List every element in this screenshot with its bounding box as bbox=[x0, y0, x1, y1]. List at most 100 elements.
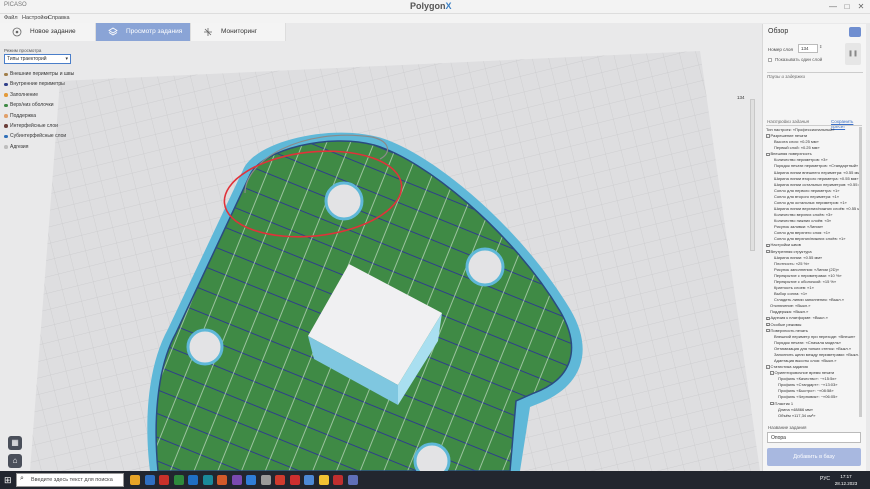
taskbar-app-icon[interactable] bbox=[130, 475, 140, 485]
tab-view-task[interactable]: Просмотр задания bbox=[96, 23, 191, 41]
legend-label: Поддержка bbox=[10, 112, 37, 119]
collapse-icon[interactable]: - bbox=[770, 401, 774, 406]
settings-header: Настройки задания bbox=[767, 119, 810, 124]
maximize-button[interactable]: □ bbox=[840, 1, 854, 12]
taskbar-app-icon[interactable] bbox=[289, 475, 300, 485]
view-mode-select[interactable]: Типы траекторий ▾ bbox=[4, 54, 71, 64]
layer-stepper-icon[interactable]: ⇕ bbox=[819, 44, 822, 49]
legend-label: Внутренние периметры bbox=[10, 81, 65, 88]
clock-date: 28.12.2023 bbox=[834, 481, 858, 486]
settings-tree-text: Порядок печати периметров: «Стандартный» bbox=[774, 163, 859, 169]
settings-tree-text: Профиль «Быстро»: ~«08:58» bbox=[778, 388, 834, 394]
settings-tree-text: Отключение: «Выкл.» bbox=[770, 303, 811, 309]
legend-label: Адгезия bbox=[10, 143, 29, 150]
settings-tree-text: Профиль «Качество»: ~«15:5х» bbox=[778, 376, 837, 382]
right-panel: Обзор Номер слоя 134 ⇕ ❚❚ Показывать оди… bbox=[762, 24, 866, 471]
settings-tree-text: Разрешение печати bbox=[770, 133, 808, 139]
taskbar-app-icon[interactable] bbox=[318, 475, 329, 485]
taskbar-app-icon[interactable] bbox=[304, 475, 314, 485]
settings-tree-text: Тип настроек: «Профессиональный» bbox=[766, 127, 835, 132]
layer-number-input[interactable]: 134 bbox=[798, 44, 818, 53]
layer-number-label: Номер слоя bbox=[768, 47, 793, 52]
settings-tree-text: Оптимизация для тонких стенок: «Выкл.» bbox=[774, 345, 852, 351]
taskbar-app-icon[interactable] bbox=[188, 475, 198, 485]
grid-view-button[interactable]: ▦ bbox=[8, 436, 22, 450]
tab-monitoring[interactable]: Мониторинг bbox=[191, 23, 286, 41]
legend-color-dot bbox=[4, 72, 8, 76]
reset-view-button[interactable]: ⌂ bbox=[8, 454, 22, 468]
settings-tree-text: Сопло для первого периметра: «1» bbox=[774, 187, 840, 193]
view-mode-label: Режим просмотра bbox=[4, 48, 42, 53]
taskbar-app-icon[interactable] bbox=[275, 475, 285, 485]
task-name-input[interactable]: Опора bbox=[767, 432, 861, 443]
taskbar-app-icon[interactable] bbox=[333, 475, 343, 485]
taskbar-app-icon[interactable] bbox=[217, 475, 227, 485]
taskbar-app-icon[interactable] bbox=[202, 475, 213, 485]
overview-title: Обзор bbox=[768, 28, 789, 35]
taskbar-app-icon[interactable] bbox=[246, 475, 256, 485]
settings-tree-text: Плотность: «25 %» bbox=[774, 260, 810, 266]
taskbar-app-icon[interactable] bbox=[231, 475, 242, 485]
chevron-down-icon: ▾ bbox=[65, 56, 68, 62]
legend-label: Внешние периметры и швы bbox=[10, 71, 75, 77]
pauses-header: Паузы и задержки bbox=[767, 72, 863, 79]
taskbar-app-icon[interactable] bbox=[260, 475, 271, 485]
collapse-icon[interactable]: - bbox=[766, 134, 770, 138]
layer-top-value: 134 bbox=[737, 95, 745, 100]
legend-label: Интерфейсные слои bbox=[10, 122, 58, 129]
expand-icon[interactable]: + bbox=[766, 243, 770, 248]
layer-slider[interactable] bbox=[750, 99, 755, 251]
search-placeholder: Введите здесь текст для поиска bbox=[31, 477, 113, 483]
minimize-button[interactable]: — bbox=[826, 1, 840, 12]
taskbar-app-icon[interactable] bbox=[347, 475, 358, 485]
title-bar: PICASO PolygonX — □ ✕ bbox=[0, 0, 870, 14]
collapse-icon[interactable]: - bbox=[766, 249, 770, 254]
collapse-icon[interactable]: - bbox=[766, 328, 770, 333]
settings-tree-text: Заполнить щели между периметрами: «Выкл.… bbox=[774, 351, 862, 357]
print-preview-viewport[interactable]: 134 ▦ ⌂ bbox=[0, 41, 760, 480]
taskbar-search[interactable]: ⌕ Введите здесь текст для поиска bbox=[16, 473, 124, 487]
taskbar-app-icon[interactable] bbox=[159, 475, 169, 485]
windows-start-icon[interactable]: ⊞ bbox=[4, 474, 14, 486]
taskbar-app-icon[interactable] bbox=[173, 475, 184, 485]
settings-tree-text: Объём «117,34 см³» bbox=[778, 412, 816, 418]
settings-tree-text: Поверхность печать bbox=[770, 327, 808, 333]
settings-tree-item: Объём «117,34 см³» bbox=[766, 413, 862, 419]
collapse-icon[interactable]: - bbox=[766, 152, 770, 156]
layers-icon bbox=[108, 27, 118, 36]
settings-scrollbar[interactable] bbox=[859, 127, 862, 417]
settings-tree-text: Кратность слоев: «1» bbox=[774, 285, 814, 291]
clock[interactable]: 17:17 28.12.2023 bbox=[832, 473, 860, 487]
collapse-icon[interactable]: - bbox=[770, 371, 774, 375]
tab-bar: Новое задание Просмотр задания Мониторин… bbox=[0, 23, 286, 41]
expand-icon[interactable]: + bbox=[766, 316, 770, 321]
settings-tree-text: Профиль «Черновик»: ~«06:05» bbox=[778, 394, 838, 400]
mount-hole bbox=[465, 247, 505, 287]
tab-new-task[interactable]: Новое задание bbox=[0, 23, 96, 41]
legend-item: Верх/низ оболочки bbox=[4, 100, 94, 110]
collapse-icon[interactable]: - bbox=[766, 365, 770, 369]
legend-item: Субинтерфейсные слои bbox=[4, 131, 94, 141]
pause-button[interactable]: ❚❚ bbox=[845, 43, 861, 65]
clock-time: 17:17 bbox=[840, 474, 852, 479]
menu-help[interactable]: Справка bbox=[48, 15, 70, 21]
settings-tree-text: Ширина линии: «0.55 мм» bbox=[774, 254, 823, 260]
legend-item: Внутренние периметры bbox=[4, 79, 94, 89]
menu-file[interactable]: Файл bbox=[4, 15, 18, 21]
printer-icon bbox=[12, 27, 22, 37]
legend-item: Адгезия bbox=[4, 142, 94, 152]
taskbar-app-icon[interactable] bbox=[144, 475, 155, 485]
add-to-base-button[interactable]: Добавить в базу bbox=[767, 448, 861, 466]
keyboard-language[interactable]: РУС bbox=[820, 476, 830, 482]
settings-tree-text: Ширина линии остальных периметров: «0.55… bbox=[774, 181, 862, 187]
legend-label: Субинтерфейсные слои bbox=[10, 133, 67, 140]
settings-tree-text: Профиль «Стандарт»: ~«13:03» bbox=[778, 382, 838, 388]
expand-icon[interactable]: + bbox=[766, 322, 770, 327]
show-one-layer-checkbox[interactable] bbox=[768, 58, 772, 62]
trajectory-legend: Внешние периметры и швы Внутренние периме… bbox=[4, 69, 94, 152]
left-panel: Режим просмотра Типы траекторий ▾ Внешни… bbox=[4, 48, 94, 152]
close-button[interactable]: ✕ bbox=[854, 1, 868, 12]
save-file-button[interactable] bbox=[849, 27, 861, 37]
menu-settings[interactable]: Настройки bbox=[22, 15, 49, 21]
legend-item: Поддержка bbox=[4, 111, 94, 121]
